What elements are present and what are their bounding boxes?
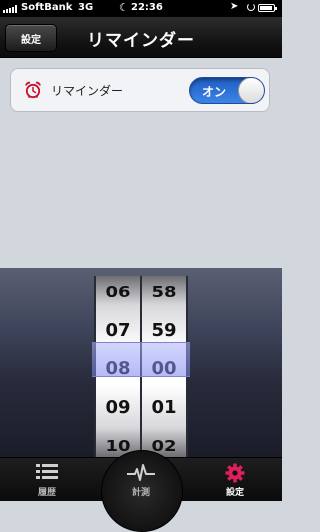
tab-settings-label: 設定 bbox=[225, 488, 244, 498]
page-title: リマインダー bbox=[87, 31, 195, 51]
tab-settings[interactable]: 設定 bbox=[188, 458, 282, 501]
reminder-toggle[interactable]: オン bbox=[189, 77, 265, 104]
status-bar: SoftBank 3G ☾ 22:36 ➤ bbox=[0, 0, 282, 17]
carrier-name: SoftBank bbox=[21, 2, 73, 13]
toggle-knob[interactable] bbox=[238, 78, 264, 103]
tab-history[interactable]: 履歴 bbox=[0, 458, 94, 501]
picker-selection-indicator bbox=[92, 342, 190, 377]
hour-option[interactable]: 07 bbox=[96, 320, 140, 341]
do-not-disturb-moon-icon: ☾ bbox=[119, 1, 129, 14]
settings-content: リマインダー オン bbox=[0, 58, 282, 268]
alarm-clock-icon bbox=[25, 81, 41, 99]
network-type: 3G bbox=[78, 2, 94, 13]
navigation-bar: 設定 リマインダー bbox=[0, 17, 282, 58]
location-arrow-icon: ➤ bbox=[230, 1, 239, 12]
time-picker-area: 06 07 08 09 10 58 59 00 01 02 bbox=[0, 268, 282, 457]
status-time: 22:36 bbox=[131, 2, 163, 13]
hour-option[interactable]: 09 bbox=[96, 397, 140, 418]
signal-strength-icon bbox=[3, 5, 19, 13]
pulse-icon bbox=[127, 464, 155, 481]
battery-icon bbox=[258, 4, 277, 12]
tab-measure-label: 計測 bbox=[131, 488, 150, 498]
minute-option[interactable]: 58 bbox=[142, 284, 186, 301]
minute-option[interactable]: 01 bbox=[142, 397, 186, 418]
minute-option[interactable]: 59 bbox=[142, 320, 186, 341]
rotation-lock-icon bbox=[247, 3, 255, 11]
list-icon bbox=[36, 464, 58, 479]
gear-icon bbox=[225, 463, 245, 483]
tab-measure[interactable]: 計測 bbox=[94, 458, 188, 501]
tab-history-label: 履歴 bbox=[37, 488, 56, 498]
reminder-row: リマインダー オン bbox=[10, 68, 270, 112]
toggle-on-label: オン bbox=[202, 85, 227, 99]
reminder-label: リマインダー bbox=[51, 84, 124, 98]
hour-option[interactable]: 06 bbox=[96, 284, 140, 301]
tab-bar: 履歴 計測 設定 bbox=[0, 450, 282, 532]
